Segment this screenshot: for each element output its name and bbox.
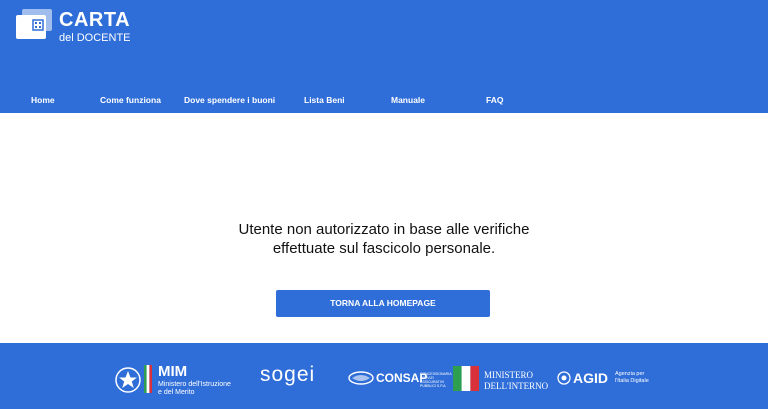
sogei-logo[interactable]: sogei	[260, 362, 315, 388]
main-content: Utente non autorizzato in base alle veri…	[0, 113, 768, 343]
consap-tagline: CONCESSIONARIA SERVIZI ASSICURATIVI PUBB…	[420, 372, 452, 388]
brand-subtitle: del DOCENTE	[59, 32, 131, 44]
card-qr-icon	[16, 9, 52, 39]
mim-logo-text[interactable]: MIM	[158, 364, 187, 380]
ministero-flag-icon	[453, 366, 479, 391]
brand-title: CARTA	[59, 9, 131, 31]
italy-flag-icon	[144, 365, 152, 393]
site-header: CARTA del DOCENTE Home Come funziona Dov…	[0, 0, 768, 113]
agid-logo-icon	[557, 371, 571, 385]
nav-item-come-funziona[interactable]: Come funziona	[100, 92, 161, 108]
ministero-line-2: DELL'INTERNO	[484, 381, 549, 391]
nav-item-home[interactable]: Home	[31, 92, 55, 108]
error-message-line-2: effettuate sul fascicolo personale.	[272, 240, 496, 257]
ministero-line-1: MINISTERO	[484, 370, 533, 380]
error-message: Utente non autorizzato in base alle veri…	[184, 220, 584, 258]
agid-subtitle: Agenzia per l'Italia Digitale	[615, 371, 665, 385]
consap-logo-icon	[348, 371, 374, 385]
nav-item-faq[interactable]: FAQ	[486, 92, 503, 108]
main-nav: Home Come funziona Dove spendere i buoni…	[0, 92, 768, 110]
mim-emblem-icon[interactable]	[114, 366, 142, 394]
back-to-homepage-button[interactable]: TORNA ALLA HOMEPAGE	[276, 290, 490, 317]
nav-item-lista-beni[interactable]: Lista Beni	[304, 92, 345, 108]
nav-item-dove-spendere[interactable]: Dove spendere i buoni	[184, 92, 275, 108]
error-message-line-1: Utente non autorizzato in base alle veri…	[238, 221, 530, 238]
mim-subtitle: Ministero dell'Istruzione e del Merito	[158, 381, 248, 397]
nav-item-manuale[interactable]: Manuale	[391, 92, 425, 108]
mim-subtitle-line-1: Ministero dell'Istruzione	[158, 381, 231, 388]
brand-logo[interactable]: CARTA del DOCENTE	[16, 9, 176, 49]
mim-subtitle-line-2: e del Merito	[158, 389, 195, 396]
agid-subtitle-line-1: Agenzia per	[615, 371, 645, 377]
agid-subtitle-line-2: l'Italia Digitale	[615, 378, 649, 384]
ministero-interno-logo[interactable]: MINISTERO DELL'INTERNO	[484, 370, 548, 392]
agid-logo-text[interactable]: AGID	[573, 370, 608, 386]
